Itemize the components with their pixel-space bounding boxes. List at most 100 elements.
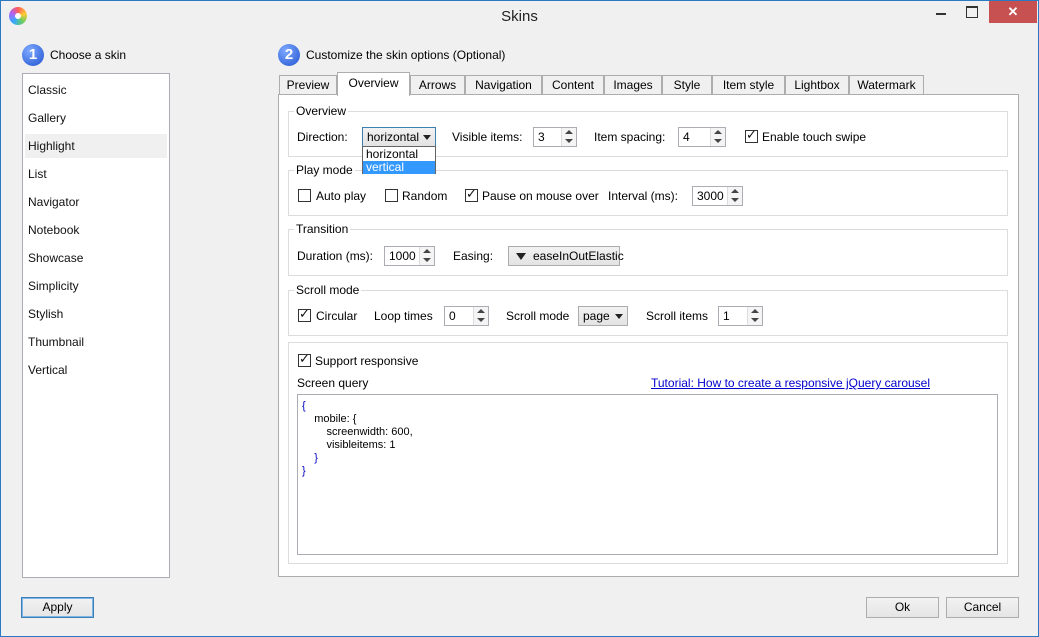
scroll-items-stepper[interactable]: 1 (718, 306, 763, 326)
skin-item-vertical[interactable]: Vertical (25, 358, 167, 382)
screen-query-editor[interactable]: { mobile: { screenwidth: 600, visibleite… (297, 394, 998, 555)
easing-label: Easing: (453, 249, 494, 263)
visible-items-value: 3 (538, 130, 545, 144)
tab-content[interactable]: Content (542, 75, 604, 95)
skin-item-notebook[interactable]: Notebook (25, 218, 167, 242)
skins-window: Skins ✕ 1 Choose a skin 2 Customize the … (0, 0, 1039, 637)
interval-stepper[interactable]: 3000 (692, 186, 743, 206)
skin-item-simplicity[interactable]: Simplicity (25, 274, 167, 298)
touch-swipe-checkbox[interactable] (745, 128, 758, 143)
scroll-mode-select[interactable]: page (578, 306, 628, 326)
spin-down-icon (751, 318, 759, 322)
tab-item-style[interactable]: Item style (712, 75, 785, 95)
autoplay-checkbox[interactable] (298, 189, 311, 202)
direction-label: Direction: (297, 130, 348, 144)
minimize-button[interactable] (926, 1, 956, 23)
apply-button[interactable]: Apply (21, 597, 94, 618)
tutorial-link[interactable]: Tutorial: How to create a responsive jQu… (651, 376, 930, 390)
triangle-down-icon (516, 253, 526, 260)
close-button[interactable]: ✕ (989, 1, 1037, 23)
skin-item-showcase[interactable]: Showcase (25, 246, 167, 270)
spin-up-icon (731, 189, 739, 193)
playmode-group-label: Play mode (294, 163, 355, 177)
title-bar[interactable]: Skins ✕ (1, 1, 1038, 31)
circular-label: Circular (316, 309, 358, 323)
transition-group-label: Transition (294, 222, 351, 236)
spin-up-icon (477, 309, 485, 313)
pause-on-mouse-over-label: Pause on mouse over (482, 189, 599, 203)
skin-item-navigator[interactable]: Navigator (25, 190, 167, 214)
skin-item-stylish[interactable]: Stylish (25, 302, 167, 326)
support-responsive-label: Support responsive (315, 354, 419, 368)
close-icon: ✕ (1007, 4, 1019, 19)
code-line: mobile: { (302, 413, 357, 425)
direction-option-vertical[interactable]: vertical (363, 161, 435, 174)
tab-navigation[interactable]: Navigation (465, 75, 542, 95)
interval-label: Interval (ms): (608, 189, 679, 203)
visible-items-spin-buttons[interactable] (561, 128, 576, 146)
loop-times-stepper[interactable]: 0 (444, 306, 489, 326)
touch-swipe-label: Enable touch swipe (762, 130, 867, 144)
tab-watermark[interactable]: Watermark (849, 75, 924, 95)
scroll-items-value: 1 (723, 309, 730, 323)
random-checkbox[interactable] (385, 189, 398, 202)
skin-item-gallery[interactable]: Gallery (25, 106, 167, 130)
overview-group-label: Overview (294, 104, 349, 118)
step-1-label: Choose a skin (50, 48, 127, 62)
code-line: { (302, 400, 306, 412)
scroll-items-label: Scroll items (646, 309, 709, 323)
skin-item-list[interactable]: List (25, 162, 167, 186)
skin-list[interactable]: Classic Gallery Highlight List Navigator… (22, 73, 170, 578)
tab-images[interactable]: Images (604, 75, 662, 95)
scroll-mode-label: Scroll mode (506, 309, 570, 323)
duration-stepper[interactable]: 1000 (384, 246, 435, 266)
autoplay-label: Auto play (316, 189, 367, 203)
direction-value: horizontal (367, 130, 420, 144)
spin-up-icon (423, 249, 431, 253)
screen-query-label: Screen query (297, 376, 369, 390)
cancel-button[interactable]: Cancel (946, 597, 1019, 618)
skin-item-thumbnail[interactable]: Thumbnail (25, 330, 167, 354)
spin-up-icon (714, 130, 722, 134)
spin-down-icon (731, 198, 739, 202)
direction-dropdown-list[interactable]: horizontal vertical (362, 146, 436, 174)
skin-item-highlight[interactable]: Highlight (25, 134, 167, 158)
chevron-down-icon (615, 314, 623, 319)
pause-on-mouse-over-checkbox[interactable] (465, 187, 478, 202)
tab-lightbox[interactable]: Lightbox (785, 75, 849, 95)
item-spacing-stepper[interactable]: 4 (678, 127, 726, 147)
item-spacing-spin-buttons[interactable] (710, 128, 725, 146)
spin-down-icon (565, 139, 573, 143)
scroll-items-spin-buttons[interactable] (747, 307, 762, 325)
direction-select[interactable]: horizontal (362, 127, 436, 147)
visible-items-stepper[interactable]: 3 (533, 127, 577, 147)
item-spacing-value: 4 (683, 130, 690, 144)
scrollmode-group-label: Scroll mode (294, 283, 362, 297)
interval-spin-buttons[interactable] (727, 187, 742, 205)
loop-times-spin-buttons[interactable] (473, 307, 488, 325)
easing-select[interactable]: easeInOutElastic (508, 246, 624, 266)
tab-style[interactable]: Style (662, 75, 712, 95)
code-line: visibleitems: 1 (302, 439, 396, 451)
ok-button[interactable]: Ok (866, 597, 939, 618)
support-responsive-checkbox[interactable] (298, 352, 311, 367)
easing-value: easeInOutElastic (533, 249, 624, 263)
code-line: } (302, 465, 306, 477)
spin-up-icon (751, 309, 759, 313)
tab-arrows[interactable]: Arrows (410, 75, 465, 95)
spin-down-icon (477, 318, 485, 322)
skin-item-classic[interactable]: Classic (25, 78, 167, 102)
tab-preview[interactable]: Preview (279, 75, 337, 95)
chevron-down-icon (423, 135, 431, 140)
circular-checkbox[interactable] (298, 307, 311, 322)
step-2-badge: 2 (278, 44, 300, 66)
spin-down-icon (714, 139, 722, 143)
step-2-label: Customize the skin options (Optional) (306, 48, 506, 62)
visible-items-label: Visible items: (452, 130, 523, 144)
code-line: } (302, 452, 318, 464)
spin-down-icon (423, 258, 431, 262)
duration-spin-buttons[interactable] (419, 247, 434, 265)
maximize-button[interactable] (956, 1, 986, 23)
tab-overview[interactable]: Overview (337, 72, 410, 96)
interval-value: 3000 (697, 189, 724, 203)
